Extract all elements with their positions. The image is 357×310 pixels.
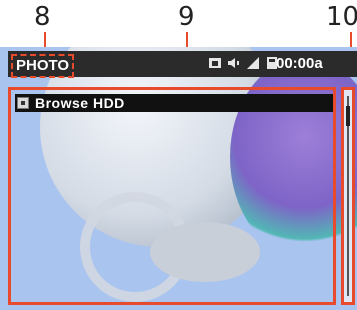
clock: 00:00a [276, 55, 323, 72]
status-bar: PHOTO 00:00a [8, 51, 357, 78]
callout-8: 8 [34, 2, 51, 32]
scroll-track [347, 96, 349, 296]
browse-area[interactable]: Browse HDD [8, 87, 336, 305]
volume-icon [227, 56, 241, 70]
mode-label: PHOTO [11, 54, 75, 78]
scroll-thumb[interactable] [346, 106, 350, 126]
callout-10: 10 [326, 2, 357, 32]
device-screen: PHOTO 00:00a Browse HDD [0, 47, 357, 310]
scrollbar[interactable] [341, 87, 355, 305]
callout-9: 9 [178, 2, 195, 32]
browse-hdd-item[interactable]: Browse HDD [15, 94, 333, 112]
browse-hdd-label: Browse HDD [35, 95, 125, 111]
signal-icon [246, 56, 260, 70]
hdd-icon [17, 97, 29, 109]
photo-icon [208, 56, 222, 70]
status-icons [208, 56, 279, 70]
